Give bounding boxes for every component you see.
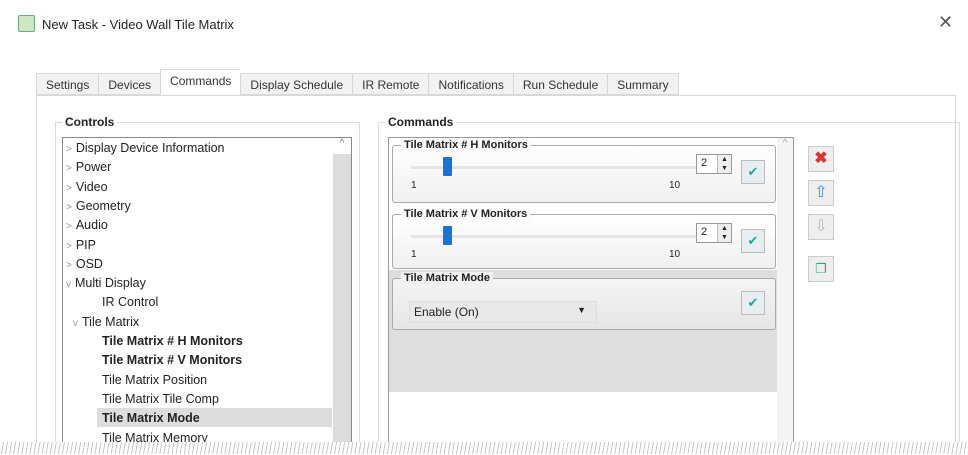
mode-panel: Tile Matrix Mode Enable (On) ▼ ✔ [392,272,776,330]
tree-item[interactable]: v Multi Display [66,276,146,290]
tree-item-label: Tile Matrix [82,314,140,329]
collapsed-icon[interactable]: > [66,202,72,213]
h-max-label: 10 [669,180,681,191]
collapsed-icon[interactable]: > [66,221,72,232]
chevron-down-icon: ▼ [577,305,586,315]
h-monitors-title: Tile Matrix # H Monitors [401,139,531,151]
send-command-button[interactable]: ✔ [741,291,765,315]
tab-run-schedule[interactable]: Run Schedule [512,73,608,95]
window-title: New Task - Video Wall Tile Matrix [42,17,234,32]
send-command-button[interactable]: ✔ [741,229,765,253]
collapsed-icon[interactable]: > [66,183,72,194]
tree-item-label: Power [75,160,112,175]
mode-dropdown[interactable]: Enable (On) ▼ [409,301,597,323]
tab-display-schedule[interactable]: Display Schedule [240,73,353,95]
collapsed-icon[interactable]: > [66,163,72,174]
tree-item[interactable]: IR Control [102,295,158,309]
scrollbar[interactable] [333,138,351,454]
v-slider-track[interactable] [411,235,701,238]
tab-settings[interactable]: Settings [36,73,99,95]
move-down-icon: ⇩ [808,214,834,240]
h-value-spinner[interactable]: 2 ▲ ▼ [696,154,732,174]
scroll-up-icon[interactable]: ^ [333,138,351,154]
tree-item-label: Tile Matrix Position [102,372,208,387]
tab-ir-remote[interactable]: IR Remote [352,73,429,95]
tree-item[interactable]: Tile Matrix Position [102,373,207,387]
send-command-button[interactable]: ✔ [741,160,765,184]
tree-item[interactable]: > Video [66,180,108,194]
delete-icon[interactable]: ✖ [808,146,834,172]
commands-scrollbar[interactable]: ^ [777,138,793,455]
tree-item-label: Tile Matrix # H Monitors [102,334,243,348]
spin-arrows-icon[interactable]: ▲ ▼ [717,155,731,173]
tree-item-label: OSD [75,256,103,271]
tree-item[interactable]: > Power [66,160,111,174]
tree-item[interactable]: Tile Matrix # H Monitors [102,334,243,348]
tree-item-label: Multi Display [75,276,146,291]
torn-edge [0,442,968,454]
move-up-icon[interactable]: ⇧ [808,180,834,206]
tree-item-label: Tile Matrix # V Monitors [102,353,243,368]
v-slider-thumb[interactable] [443,226,452,245]
tree-item[interactable]: > PIP [66,238,96,252]
tree-item-label: Geometry [75,198,131,213]
tab-summary[interactable]: Summary [607,73,679,95]
tree-item[interactable]: > Geometry [66,199,131,213]
v-monitors-title: Tile Matrix # V Monitors [401,208,531,220]
tab-bar: Settings Devices Commands Display Schedu… [36,69,679,95]
tree-item-label: PIP [75,237,96,252]
commands-label: Commands [385,115,457,129]
tab-devices[interactable]: Devices [98,73,161,95]
tree-item-label: Audio [75,218,108,233]
tab-notifications[interactable]: Notifications [428,73,513,95]
tree-item-label: Tile Matrix Tile Comp [102,391,219,406]
v-value: 2 [701,226,708,238]
tree-item-label: Tile Matrix Mode [102,411,200,426]
close-button[interactable]: ✕ [938,12,953,33]
copy-icon[interactable]: ❐ [808,256,834,282]
h-min-label: 1 [411,180,417,191]
expanded-icon[interactable]: v [66,279,71,290]
commands-list: ^ Tile Matrix # H Monitors 1 10 2 ▲ ▼ ✔ Ti… [388,137,794,455]
h-slider-thumb[interactable] [443,157,452,176]
h-value: 2 [701,157,708,169]
tree-item-label: IR Control [102,295,159,310]
collapsed-icon[interactable]: > [66,260,72,271]
mode-selected: Enable (On) [414,305,479,319]
tree-item[interactable]: Tile Matrix # V Monitors [102,353,242,367]
tree-item-label: Video [75,179,108,194]
tree-item[interactable]: Tile Matrix Mode [102,411,200,425]
v-value-spinner[interactable]: 2 ▲ ▼ [696,223,732,243]
collapsed-icon[interactable]: > [66,144,72,155]
v-monitors-panel: Tile Matrix # V Monitors 1 10 2 ▲ ▼ ✔ [392,208,776,269]
app-icon [18,15,35,32]
tree-item[interactable]: > Display Device Information [66,141,225,155]
h-slider-track[interactable] [411,166,701,169]
v-min-label: 1 [411,249,417,260]
collapsed-icon[interactable]: > [66,241,72,252]
tree-item-label: Display Device Information [75,141,225,155]
tree-item[interactable]: > OSD [66,257,103,271]
tree-item[interactable]: > Audio [66,218,108,232]
tree-item[interactable]: v Tile Matrix [73,315,139,329]
expanded-icon[interactable]: v [73,318,78,329]
tree-item[interactable]: Tile Matrix Tile Comp [102,392,219,406]
controls-label: Controls [62,115,118,129]
mode-title: Tile Matrix Mode [401,272,493,284]
h-monitors-panel: Tile Matrix # H Monitors 1 10 2 ▲ ▼ ✔ [392,139,776,203]
spin-arrows-icon[interactable]: ▲ ▼ [717,224,731,242]
v-max-label: 10 [669,249,681,260]
tab-commands[interactable]: Commands [160,69,241,95]
